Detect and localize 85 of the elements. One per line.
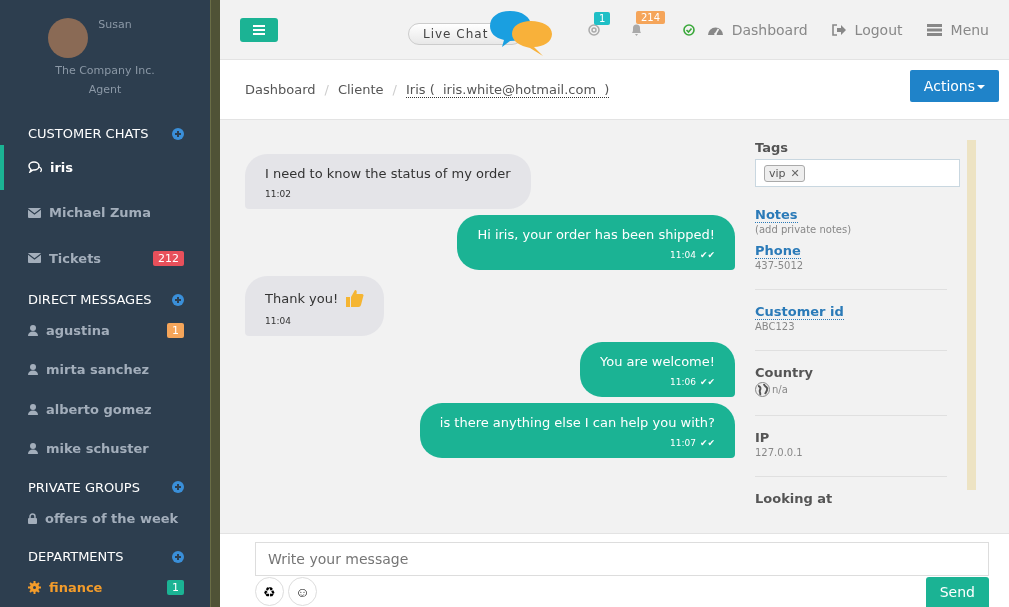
globe-icon (755, 382, 770, 397)
sidebar-item[interactable]: mirta sanchez (0, 350, 210, 390)
message-text: I need to know the status of my order (265, 166, 511, 181)
section-heading: DIRECT MESSAGES (28, 292, 152, 308)
menu-icon (926, 23, 942, 36)
sidebar-item[interactable]: Michael Zuma (0, 189, 210, 236)
nav-link[interactable]: Dashboard (707, 21, 808, 38)
envelope-icon (28, 207, 41, 218)
field-label: Tags (755, 140, 789, 155)
sidebar-item[interactable]: Tickets 212 (0, 235, 210, 281)
sign-out-icon (831, 23, 846, 36)
nav-link[interactable]: Menu (926, 21, 989, 38)
section-heading: PRIVATE GROUPS (28, 479, 140, 495)
field-value: ABC123 (755, 321, 795, 332)
breadcrumb-link[interactable]: Iris ( iris.white@hotmail.com ) (405, 81, 610, 98)
read-receipt: ✔✔ (699, 438, 715, 448)
composer-button[interactable]: ♻ (255, 577, 284, 606)
field-label[interactable]: Notes (755, 207, 798, 223)
message-time: 11:06 (669, 377, 696, 387)
field-label[interactable]: Phone (755, 243, 801, 259)
add-icon[interactable] (172, 550, 184, 563)
user-role: Agent (88, 83, 122, 96)
count-badge: 1 (167, 579, 184, 595)
section-heading: CUSTOMER CHATS (28, 126, 149, 142)
thumbs-up-icon (344, 288, 365, 308)
message-time: 11:02 (265, 189, 291, 199)
sidebar-item[interactable]: agustina 1 (0, 310, 210, 350)
message-time: 11:04 (669, 250, 696, 260)
check-circle-icon (683, 23, 695, 36)
sidebar-item[interactable]: offers of the week (0, 498, 210, 538)
user-name: Susan (98, 18, 132, 31)
breadcrumb-link[interactable]: Cliente (337, 82, 384, 97)
person-icon (28, 324, 38, 336)
breadcrumb-separator: / (392, 82, 397, 97)
add-icon[interactable] (172, 127, 184, 140)
caret-icon (977, 84, 985, 90)
read-receipt: ✔✔ (699, 377, 715, 387)
field-label: Looking at (755, 491, 833, 506)
lock-icon (28, 512, 37, 524)
message-time: 11:07 (669, 438, 696, 448)
hamburger-icon (253, 24, 265, 35)
nav-link[interactable]: Logout (831, 21, 903, 38)
count-badge: 1 (594, 11, 611, 25)
sidebar-item[interactable]: mike schuster (0, 429, 210, 469)
scrollbar[interactable] (967, 140, 976, 490)
field-label[interactable]: Customer id (755, 304, 844, 320)
field-label: IP (755, 430, 770, 445)
tag-chip: vip ✕ (764, 164, 805, 182)
gear-icon (28, 580, 41, 594)
sidebar-item[interactable]: alberto gomez (0, 389, 210, 429)
field-label: Country (755, 365, 814, 380)
at-sign-icon[interactable] (588, 23, 600, 36)
count-badge: 212 (153, 250, 184, 266)
message-time: 11:04 (265, 316, 291, 326)
breadcrumb-separator: / (324, 82, 329, 97)
count-badge: 1 (167, 322, 184, 338)
add-icon[interactable] (172, 293, 184, 306)
message-text: is there anything else I can help you with? (439, 415, 715, 430)
sidebar-item[interactable]: finance 1 (0, 567, 210, 607)
field-value: 437-5012 (755, 260, 804, 271)
field-value: 127.0.0.1 (755, 447, 803, 458)
message-input[interactable]: Write your message (255, 542, 989, 576)
chat-bubbles-icon (28, 161, 42, 174)
breadcrumb-link[interactable]: Dashboard (245, 82, 316, 97)
message-text: Hi iris, your order has been shipped! (477, 227, 715, 242)
person-icon (28, 403, 38, 415)
field-value: (add private notes) (755, 224, 852, 235)
section-heading: DEPARTMENTS (28, 549, 124, 565)
tags-field[interactable]: vip ✕ (755, 159, 960, 187)
send-button[interactable]: Send (925, 577, 989, 607)
composer-button[interactable]: ☺ (288, 577, 317, 606)
envelope-icon (28, 253, 41, 264)
message-text: Thank you! (265, 290, 339, 306)
company-name: The Company Inc. (55, 64, 155, 77)
message-text: You are welcome! (600, 354, 715, 369)
avatar (48, 18, 89, 58)
field-value: n/a (772, 384, 788, 395)
actions-button[interactable]: Actions (909, 70, 999, 102)
person-icon (28, 364, 38, 376)
count-badge: 214 (636, 11, 666, 24)
read-receipt: ✔✔ (699, 250, 715, 260)
bell-icon[interactable] (630, 23, 643, 36)
add-icon[interactable] (172, 481, 184, 494)
menu-button[interactable] (240, 17, 278, 42)
person-icon (28, 443, 38, 455)
